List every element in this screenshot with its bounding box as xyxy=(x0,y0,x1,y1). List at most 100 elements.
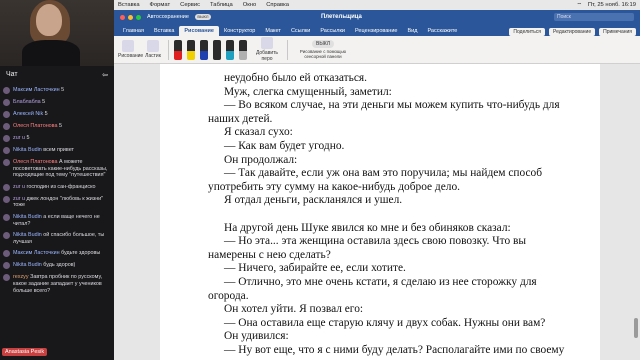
comments-button[interactable]: Примечания xyxy=(599,28,636,36)
chat-message: Олеся Платонова А можете посоветовать ка… xyxy=(0,158,114,180)
paragraph-line: — Во всяком случае, на эти деньги мы мож… xyxy=(224,99,560,112)
chat-collapse-icon[interactable]: ⇦ xyxy=(102,71,108,79)
word-app: Вставка Формат Сервис Таблица Окно Справ… xyxy=(114,0,640,360)
chat-username[interactable]: Nikita Budin xyxy=(13,262,42,268)
avatar[interactable] xyxy=(3,87,10,94)
menu-item-insert[interactable]: Вставка xyxy=(118,2,140,8)
menu-item-tools[interactable]: Сервис xyxy=(180,2,200,8)
menu-item-window[interactable]: Окно xyxy=(243,2,256,8)
yellow-highlighter[interactable] xyxy=(187,39,195,60)
chat-message: Олеся Платонова 5 xyxy=(0,122,114,131)
document-canvas: неудобно было ей отказаться. Муж, слегка … xyxy=(114,64,640,360)
blue-pen[interactable] xyxy=(200,39,208,60)
touch-draw-toggle[interactable]: ВЫКЛ xyxy=(312,39,334,48)
tab-layout[interactable]: Макет xyxy=(260,26,286,36)
draw-icon xyxy=(122,40,134,52)
chat-message: Nikita Budin ой спасибо большое, ты лучш… xyxy=(0,231,114,246)
document-page[interactable]: неудобно было ей отказаться. Муж, слегка … xyxy=(160,64,600,360)
avatar[interactable] xyxy=(3,123,10,130)
chat-username[interactable]: rexzyy xyxy=(13,274,29,280)
chat-username[interactable]: Nikita Budin xyxy=(13,232,42,238)
chat-username[interactable]: Nikita Budin xyxy=(13,214,42,220)
chat-username[interactable]: Nikita Budin xyxy=(13,147,42,153)
wifi-icon[interactable]: ⌔ xyxy=(576,2,581,9)
paragraph-line: неудобно было ей отказаться. xyxy=(224,72,367,84)
title-bar: Автосохранение ВЫКЛ Плетельщица Поиск xyxy=(114,10,640,24)
window-controls xyxy=(120,14,141,20)
paragraph-line: Я сказал сухо: xyxy=(224,126,293,139)
tab-tell-me[interactable]: Расскажите xyxy=(422,26,462,36)
tab-insert[interactable]: Вставка xyxy=(149,26,179,36)
chat-username[interactable]: Алексей Nik xyxy=(13,111,43,117)
chat-username[interactable]: Блаблабла xyxy=(13,99,41,105)
avatar[interactable] xyxy=(3,147,10,154)
paragraph-line: — Но эта... эта женщина оставила здесь с… xyxy=(224,235,527,248)
avatar[interactable] xyxy=(3,99,10,106)
touch-draw-group: ВЫКЛ Рисование с помощью сенсорной панел… xyxy=(293,39,353,59)
chat-text: 5 xyxy=(26,135,30,141)
chat-username[interactable]: Олеся Платонова xyxy=(13,123,57,129)
avatar[interactable] xyxy=(3,250,10,258)
draw-ribbon: Рисование Ластик Добавить перо ВЫКЛ Рисо… xyxy=(114,36,640,64)
document-text[interactable]: неудобно было ей отказаться. Муж, слегка … xyxy=(208,72,588,357)
chat-message: zur u джек лондон "любовь к жизни" тоже xyxy=(0,195,114,210)
cyan-pen[interactable] xyxy=(226,39,234,60)
chat-text: будь здоров) xyxy=(43,262,76,269)
autosave-label: Автосохранение xyxy=(147,14,189,20)
tab-actions: Поделиться Редактирование Примечания xyxy=(509,28,640,36)
tab-home[interactable]: Главная xyxy=(118,26,149,36)
chat-username[interactable]: zur u xyxy=(13,135,25,141)
autosave-toggle[interactable]: ВЫКЛ xyxy=(194,14,211,20)
editing-button[interactable]: Редактирование xyxy=(549,28,596,36)
avatar[interactable] xyxy=(3,213,10,221)
avatar[interactable] xyxy=(3,159,10,166)
red-pen[interactable] xyxy=(174,39,182,60)
paragraph-line: Муж, слегка смущенный, заметил: xyxy=(224,85,392,98)
document-title: Плетельщица xyxy=(320,14,362,20)
menubar-clock: Пт, 25 нояб. 16:19 xyxy=(587,1,636,8)
share-button[interactable]: Поделиться xyxy=(509,28,546,36)
add-pen-button[interactable]: Добавить перо xyxy=(252,37,282,62)
ribbon-divider-2 xyxy=(287,39,288,60)
chat-username[interactable]: Максим Ласточкин xyxy=(13,250,60,256)
chat-message: Блаблабла 5 xyxy=(0,98,114,107)
minimize-window-button[interactable] xyxy=(128,14,133,20)
tab-design[interactable]: Конструктор xyxy=(219,26,260,36)
avatar[interactable] xyxy=(3,274,10,282)
avatar[interactable] xyxy=(3,183,10,191)
chat-username[interactable]: Максим Ласточкин xyxy=(13,87,60,93)
menu-item-table[interactable]: Таблица xyxy=(210,2,233,8)
black-pen[interactable] xyxy=(213,39,221,60)
tab-mailings[interactable]: Рассылки xyxy=(315,26,350,36)
chat-message: zur u господин из сан-франциско xyxy=(0,183,114,192)
tab-draw[interactable]: Рисование xyxy=(179,26,219,36)
zoom-window-button[interactable] xyxy=(136,14,141,20)
avatar[interactable] xyxy=(3,111,10,118)
draw-tool[interactable]: Рисование xyxy=(118,40,143,59)
search-input[interactable]: Поиск xyxy=(554,13,634,21)
menu-item-help[interactable]: Справка xyxy=(266,2,289,8)
paragraph-line: Он удивился: xyxy=(224,330,289,343)
close-window-button[interactable] xyxy=(120,14,125,20)
paragraph-line: — Как вам будет угодно. xyxy=(224,139,345,152)
scrollbar-thumb[interactable] xyxy=(634,318,638,338)
tab-review[interactable]: Рецензирование xyxy=(350,26,402,36)
screen: Чат ⇦ Максим Ласточкин 5 Блаблабла 5 Алекс… xyxy=(0,0,640,360)
ribbon-divider xyxy=(168,39,169,60)
tab-references[interactable]: Ссылки xyxy=(286,26,315,36)
plus-icon xyxy=(261,37,273,49)
avatar[interactable] xyxy=(3,135,10,142)
chat-username[interactable]: zur u xyxy=(13,184,25,190)
menu-item-format[interactable]: Формат xyxy=(150,2,171,8)
eraser-tool[interactable]: Ластик xyxy=(143,40,163,59)
avatar[interactable] xyxy=(3,195,10,203)
paragraph-line: На другой день Шуке явился ко мне и без … xyxy=(224,221,511,234)
vertical-scrollbar[interactable] xyxy=(634,68,638,356)
chat-username[interactable]: zur u xyxy=(13,196,25,202)
avatar[interactable] xyxy=(3,262,10,270)
paragraph-line: Он продолжал: xyxy=(224,153,298,166)
tab-view[interactable]: Вид xyxy=(402,26,422,36)
chat-username[interactable]: Олеся Платонова xyxy=(13,159,57,165)
gray-pen[interactable] xyxy=(239,39,247,60)
avatar[interactable] xyxy=(3,232,10,240)
